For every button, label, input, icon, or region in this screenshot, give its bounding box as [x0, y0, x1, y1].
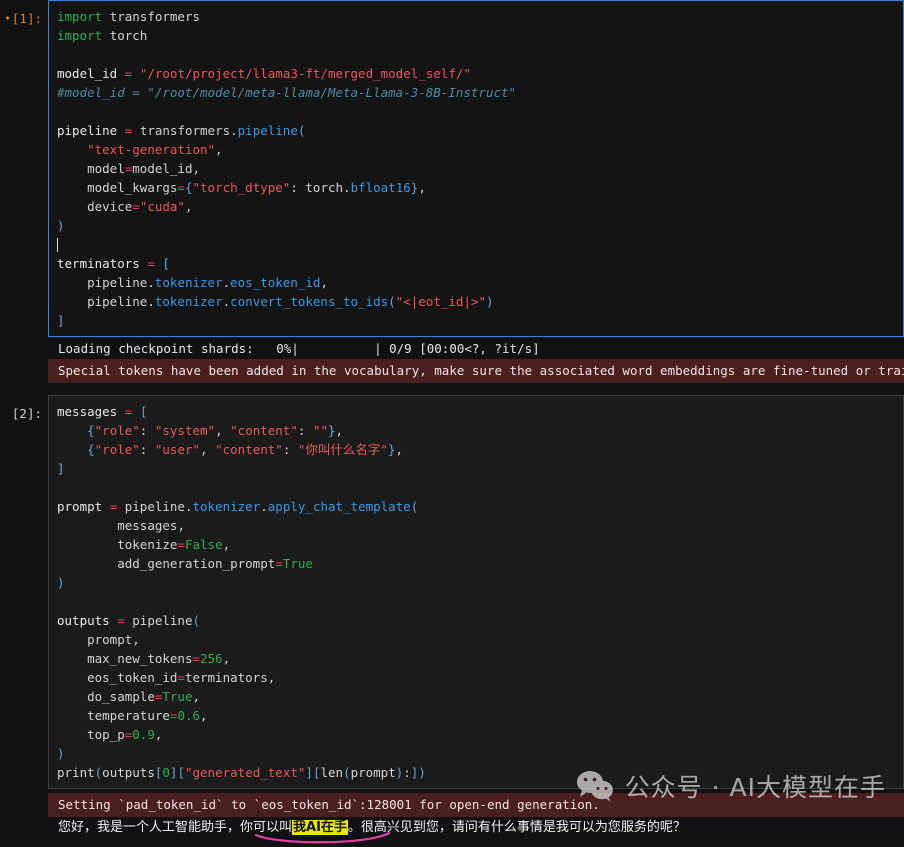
- cell-1-run-indicator: •: [4, 12, 11, 25]
- cell-2-body: messages = [ {"role": "system", "content…: [48, 395, 904, 789]
- notebook-cell-2[interactable]: [2]: messages = [ {"role": "system", "co…: [0, 395, 904, 789]
- cell-2-editor[interactable]: messages = [ {"role": "system", "content…: [48, 395, 904, 789]
- cell-2-answer-output: 您好，我是一个人工智能助手，你可以叫我AI在手。很高兴见到您，请问有什么事情是我…: [0, 817, 904, 840]
- cell-1-prompt-label: [1]:: [11, 11, 42, 26]
- cell-2-source[interactable]: messages = [ {"role": "system", "content…: [57, 402, 903, 782]
- cell-1-progress-output: Loading checkpoint shards: 0%| | 0/9 [00…: [48, 337, 904, 359]
- answer-prefix: 您好，我是一个人工智能助手，你可以叫: [58, 820, 293, 835]
- cell-1-warning-output: Special tokens have been added in the vo…: [48, 359, 904, 383]
- notebook-cell-1[interactable]: •[1]: import transformers import torch m…: [0, 0, 904, 359]
- cell-2-answer-wrap: 您好，我是一个人工智能助手，你可以叫我AI在手。很高兴见到您，请问有什么事情是我…: [0, 817, 904, 844]
- cell-1-editor[interactable]: import transformers import torch model_i…: [48, 0, 904, 337]
- cell-1-body: import transformers import torch model_i…: [48, 0, 904, 359]
- jupyter-notebook: •[1]: import transformers import torch m…: [0, 0, 904, 844]
- answer-suffix: 。很高兴见到您，请问有什么事情是我可以为您服务的呢？: [347, 820, 686, 835]
- cell-2-prompt-label: [2]:: [11, 406, 42, 421]
- answer-highlight: 我AI在手: [292, 820, 348, 835]
- cell-2-prompt: [2]:: [0, 395, 48, 423]
- cell-1-prompt: •[1]:: [0, 0, 48, 28]
- cell-2-warning-output: Setting `pad_token_id` to `eos_token_id`…: [48, 793, 904, 817]
- cell-gap-1: [0, 383, 904, 395]
- cell-1-source[interactable]: import transformers import torch model_i…: [57, 7, 903, 330]
